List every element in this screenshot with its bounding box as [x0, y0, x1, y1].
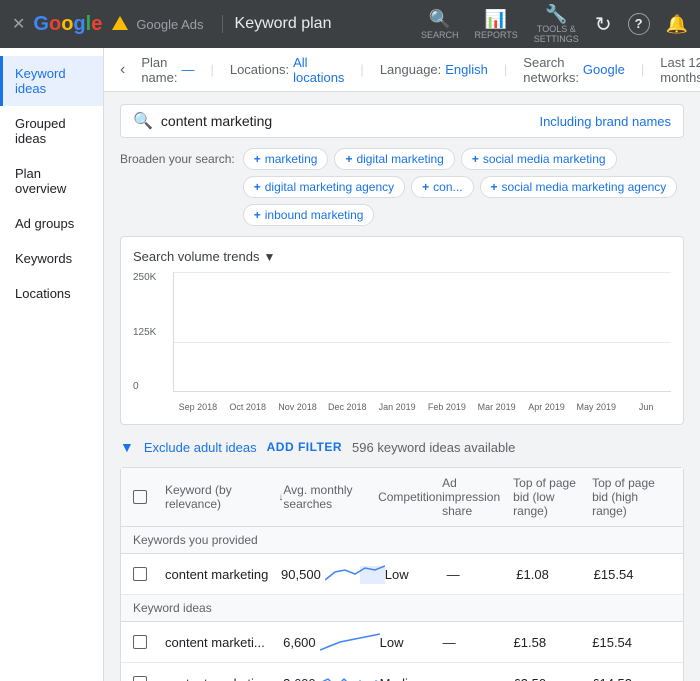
locations-item: Locations: All locations [230, 55, 345, 85]
provided-impression-0: — [447, 567, 517, 582]
results-table: Keyword (by relevance) ↓ Avg. monthly se… [120, 467, 684, 681]
tools-button[interactable]: 🔧 TOOLS &SETTINGS [534, 4, 579, 45]
broaden-tag-social-media-marketing[interactable]: + social media marketing [461, 148, 617, 170]
idea-trend-1 [320, 671, 380, 681]
keyword-count: 596 keyword ideas available [352, 440, 515, 455]
reports-button[interactable]: 📊 REPORTS [474, 9, 517, 40]
idea-keyword-1: content marketi... [165, 676, 283, 681]
header-bid-high: Top of page bid (high range) [592, 476, 671, 518]
brand-names-link[interactable]: Including brand names [539, 114, 671, 129]
select-all-checkbox[interactable] [133, 490, 147, 504]
idea-keyword-0: content marketi... [165, 635, 283, 650]
content-area: 🔍 content marketing Including brand name… [104, 92, 700, 681]
idea-monthly-0: 6,600 [283, 630, 380, 654]
sidebar-item-plan-overview[interactable]: Plan overview [0, 156, 103, 206]
broaden-tags: + marketing + digital marketing + social… [243, 148, 684, 226]
chart-labels: Sep 2018Oct 2018Nov 2018Dec 2018Jan 2019… [173, 402, 671, 412]
idea-row-1: content marketi... 3,600 Medium — £3.50 … [121, 663, 683, 681]
table-header: Keyword (by relevance) ↓ Avg. monthly se… [121, 468, 683, 527]
app-name: Google Ads [136, 17, 203, 32]
plan-nav-left[interactable]: ‹ [120, 61, 125, 79]
idea-trend-0 [320, 630, 380, 654]
close-button[interactable]: ✕ [12, 14, 25, 34]
sidebar-item-locations[interactable]: Locations [0, 276, 103, 311]
broaden-tag-social-agency[interactable]: + social media marketing agency [480, 176, 678, 198]
chart-section: Search volume trends ▼ 250K 125K 0 [120, 236, 684, 425]
header-checkbox-cell [133, 490, 165, 504]
sidebar-item-keyword-ideas[interactable]: Keyword ideas [0, 56, 103, 106]
provided-comp-0: Low [385, 567, 447, 582]
notifications-button[interactable]: 🔔 [666, 14, 688, 35]
help-button[interactable]: ? [628, 13, 650, 35]
network-item: Search networks: Google [523, 55, 625, 85]
idea-checkbox-1[interactable] [133, 676, 147, 681]
broaden-tag-marketing[interactable]: + marketing [243, 148, 329, 170]
ideas-section-label: Keyword ideas [121, 595, 683, 622]
chart-label-9: Jun [621, 402, 671, 412]
chart-label-6: Mar 2019 [472, 402, 522, 412]
chart-title[interactable]: Search volume trends ▼ [133, 249, 671, 264]
filter-icon: ▼ [120, 439, 134, 455]
chart-label-0: Sep 2018 [173, 402, 223, 412]
row-checkbox[interactable] [133, 567, 147, 581]
app-logo: Google Google Ads [33, 13, 203, 36]
idea-row-0: content marketi... 6,600 Low — £1.58 £15… [121, 622, 683, 663]
header-impression: Ad impression share [442, 476, 513, 518]
page-title: Keyword plan [222, 15, 332, 33]
idea-checkbox-0[interactable] [133, 635, 147, 649]
plan-name-item: Plan name: — [141, 55, 194, 85]
sidebar: Keyword ideas Grouped ideas Plan overvie… [0, 48, 104, 681]
broaden-search: Broaden your search: + marketing + digit… [120, 148, 684, 226]
refresh-button[interactable]: ↻ [595, 12, 612, 37]
provided-monthly-0: 90,500 [281, 562, 385, 586]
chart-label-4: Jan 2019 [372, 402, 422, 412]
chart-y-axis: 250K 125K 0 [133, 272, 169, 392]
search-icon: 🔍 [133, 111, 153, 131]
main-content: ‹ Plan name: — | Locations: All location… [104, 48, 700, 681]
header-bid-low: Top of page bid (low range) [513, 476, 592, 518]
language-item: Language: English [380, 62, 488, 77]
chart-bars [173, 272, 671, 392]
chart-dropdown-icon: ▼ [263, 250, 275, 264]
provided-keyword-0: content marketing [165, 567, 281, 582]
broaden-tag-digital-marketing[interactable]: + digital marketing [334, 148, 454, 170]
top-bar: ✕ Google Google Ads Keyword plan 🔍 SEARC… [0, 0, 700, 48]
chart-wrapper: 250K 125K 0 Sep 2018Oct 2018Nov 2018Dec … [133, 272, 671, 412]
broaden-tag-inbound[interactable]: + inbound marketing [243, 204, 375, 226]
search-value: content marketing [161, 113, 532, 129]
provided-trend-0 [325, 562, 385, 586]
chart-label-7: Apr 2019 [522, 402, 572, 412]
sidebar-item-grouped-ideas[interactable]: Grouped ideas [0, 106, 103, 156]
provided-bid-high-0: £15.54 [594, 567, 671, 582]
top-bar-icons: 🔍 SEARCH 📊 REPORTS 🔧 TOOLS &SETTINGS ↻ ?… [421, 4, 688, 45]
chart-label-8: May 2019 [571, 402, 621, 412]
broaden-tag-more[interactable]: + con... [411, 176, 473, 198]
add-filter-button[interactable]: ADD FILTER [267, 440, 342, 454]
idea-monthly-1: 3,600 [283, 671, 380, 681]
search-button[interactable]: 🔍 SEARCH [421, 9, 459, 40]
chart-label-5: Feb 2019 [422, 402, 472, 412]
broaden-tag-digital-agency[interactable]: + digital marketing agency [243, 176, 405, 198]
provided-row-0: content marketing 90,500 Low — £1.08 £15… [121, 554, 683, 595]
chart-label-3: Dec 2018 [322, 402, 372, 412]
chart-label-1: Oct 2018 [223, 402, 273, 412]
header-keyword[interactable]: Keyword (by relevance) ↓ [165, 483, 283, 511]
chart-label-2: Nov 2018 [273, 402, 323, 412]
exclude-adult-link[interactable]: Exclude adult ideas [144, 440, 257, 455]
provided-section-label: Keywords you provided [121, 527, 683, 554]
main-layout: Keyword ideas Grouped ideas Plan overvie… [0, 48, 700, 681]
filter-row: ▼ Exclude adult ideas ADD FILTER 596 key… [120, 435, 684, 459]
header-monthly: Avg. monthly searches [283, 483, 378, 511]
provided-bid-low-0: £1.08 [516, 567, 593, 582]
broaden-label: Broaden your search: [120, 148, 235, 166]
plan-bar: ‹ Plan name: — | Locations: All location… [104, 48, 700, 92]
sidebar-item-keywords[interactable]: Keywords [0, 241, 103, 276]
header-competition: Competition [378, 490, 442, 504]
sidebar-item-ad-groups[interactable]: Ad groups [0, 206, 103, 241]
search-bar[interactable]: 🔍 content marketing Including brand name… [120, 104, 684, 138]
